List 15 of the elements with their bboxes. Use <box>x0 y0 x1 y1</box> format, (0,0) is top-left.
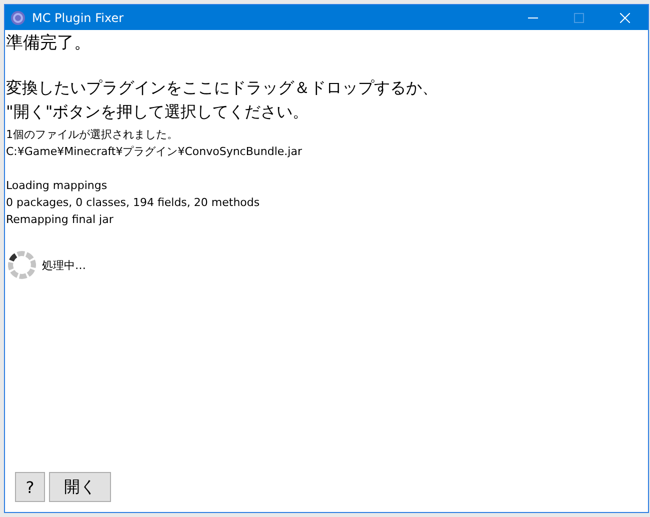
open-button[interactable]: 開く <box>49 472 111 502</box>
log-line: Remapping final jar <box>6 212 114 228</box>
log-line: 0 packages, 0 classes, 194 fields, 20 methods <box>6 195 260 211</box>
app-logo-icon <box>10 10 26 26</box>
log-line: 1個のファイルが選択されました。 <box>6 127 178 143</box>
help-button[interactable]: ? <box>15 472 45 502</box>
window-title: MC Plugin Fixer <box>32 10 125 24</box>
close-icon <box>620 12 630 22</box>
status-text: 準備完了。 <box>6 32 91 54</box>
instruction-text: 変換したいプラグインをここにドラッグ＆ドロップするか、 <box>6 77 438 99</box>
log-line: Loading mappings <box>6 178 108 194</box>
instruction-text: "開く"ボタンを押して選択してください。 <box>6 101 309 123</box>
progress-label: 処理中… <box>42 258 86 272</box>
maximize-icon <box>574 12 584 22</box>
log-line: C:¥Game¥Minecraft¥プラグイン¥ConvoSyncBundle.jar <box>6 144 302 160</box>
